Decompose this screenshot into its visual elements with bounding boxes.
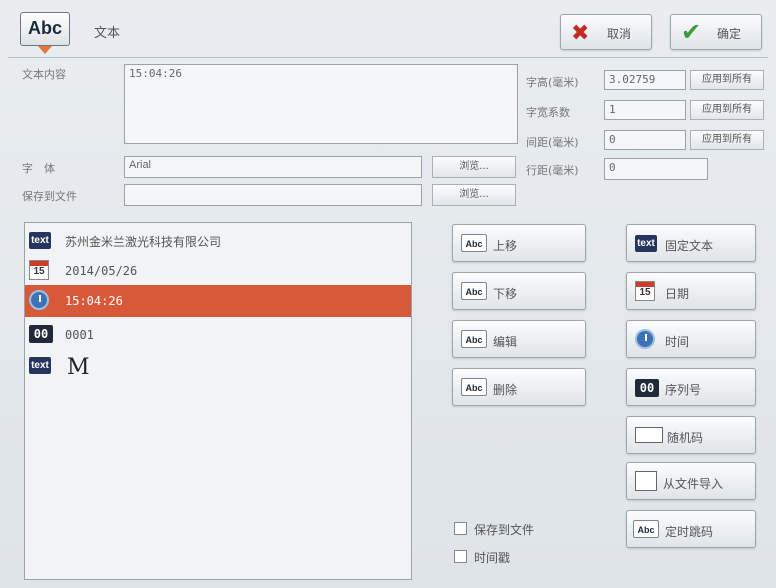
font-label: 字 体 [22,162,55,175]
checkbox-box [454,550,467,563]
list-item[interactable]: 00 0001 [25,319,411,351]
element-list[interactable]: text 苏州金米兰激光科技有限公司 15 2014/05/26 15:04:2… [24,222,412,580]
date-label: 日期 [665,287,690,301]
timestamp-label: 时间戳 [474,551,511,565]
font-input[interactable]: Arial [124,156,422,178]
date-button[interactable]: 15 日期 [626,272,756,310]
delete-button[interactable]: Abc 删除 [452,368,586,406]
list-item[interactable]: 15 2014/05/26 [25,255,411,287]
save-to-file-label: 保存到文件 [474,523,535,537]
list-item-label: 15:04:26 [65,294,123,308]
char-width-input[interactable]: 1 [604,100,686,120]
move-up-label: 上移 [493,239,518,253]
edit-button[interactable]: Abc 编辑 [452,320,586,358]
timed-jump-button[interactable]: Abc 定时跳码 [626,510,756,548]
text-icon: text [29,232,51,249]
text-icon: text [635,235,657,252]
abc-text-icon: Abc [20,12,70,46]
checkmark-icon: ✔ [681,18,702,46]
text-icon: text [29,357,51,374]
line-spacing-label: 行距(毫米) [526,164,579,177]
save-file-label: 保存到文件 [22,190,77,203]
cancel-button[interactable]: ✖ 取消 [560,14,652,50]
apply-all-width-button[interactable]: 应用到所有 [690,100,764,120]
delete-label: 删除 [493,383,518,397]
screen: Abc 文本 ✖ 取消 ✔ 确定 文本内容 15:04:26 字高(毫米) 3.… [0,0,776,588]
save-to-file-checkbox[interactable]: 保存到文件 [454,520,574,538]
timestamp-checkbox[interactable]: 时间戳 [454,548,574,566]
list-item-label: 2014/05/26 [65,264,138,278]
list-item-selected[interactable]: 15:04:26 [25,285,411,317]
serial-number-button[interactable]: 00 序列号 [626,368,756,406]
delete-icon: Abc [461,378,487,396]
serial-number-icon: 00 [635,379,659,397]
char-width-label: 字宽系数 [526,106,570,119]
content-label: 文本内容 [22,68,66,81]
import-from-file-button[interactable]: 从文件导入 [626,462,756,500]
browse-font-button[interactable]: 浏览... [432,156,516,178]
fixed-text-button[interactable]: text 固定文本 [626,224,756,262]
dropdown-arrow-icon [38,46,52,54]
cancel-label: 取消 [607,27,632,41]
close-icon: ✖ [571,21,590,46]
page-title: 文本 [94,26,121,41]
calendar-icon: 15 [635,281,655,301]
clock-icon [29,290,49,310]
random-code-icon [635,427,663,443]
import-file-icon [635,471,657,491]
checkbox-box [454,522,467,535]
apply-all-height-button[interactable]: 应用到所有 [690,70,764,90]
content-textarea[interactable]: 15:04:26 [124,64,518,144]
move-down-label: 下移 [493,287,518,301]
fixed-text-label: 固定文本 [665,239,714,253]
serial-number-label: 序列号 [665,383,702,397]
edit-icon: Abc [461,330,487,348]
edit-label: 编辑 [493,335,518,349]
title-bar: Abc 文本 ✖ 取消 ✔ 确定 [8,8,768,58]
spacing-input[interactable]: 0 [604,130,686,150]
clock-icon [635,329,655,349]
confirm-button[interactable]: ✔ 确定 [670,14,762,50]
confirm-label: 确定 [717,27,742,41]
line-spacing-input[interactable]: 0 [604,158,708,180]
serial-number-icon: 00 [29,325,53,343]
move-down-button[interactable]: Abc 下移 [452,272,586,310]
spacing-label: 间距(毫米) [526,136,579,149]
save-file-input[interactable] [124,184,422,206]
char-height-input[interactable]: 3.02759 [604,70,686,90]
list-item-label: 苏州金米兰激光科技有限公司 [65,235,222,249]
list-item-label: M [67,355,90,380]
browse-save-button[interactable]: 浏览... [432,184,516,206]
list-item[interactable]: text M [25,351,411,387]
timed-jump-label: 定时跳码 [665,525,714,539]
list-item-label: 0001 [65,328,94,342]
random-code-label: 随机码 [667,431,704,445]
char-height-label: 字高(毫米) [526,76,579,89]
move-up-icon: Abc [461,234,487,252]
time-label: 时间 [665,335,690,349]
list-item[interactable]: text 苏州金米兰激光科技有限公司 [25,225,411,257]
move-down-icon: Abc [461,282,487,300]
apply-all-spacing-button[interactable]: 应用到所有 [690,130,764,150]
move-up-button[interactable]: Abc 上移 [452,224,586,262]
calendar-icon: 15 [29,260,49,280]
time-button[interactable]: 时间 [626,320,756,358]
timed-jump-icon: Abc [633,520,659,538]
random-code-button[interactable]: 随机码 [626,416,756,454]
import-from-file-label: 从文件导入 [663,477,724,491]
